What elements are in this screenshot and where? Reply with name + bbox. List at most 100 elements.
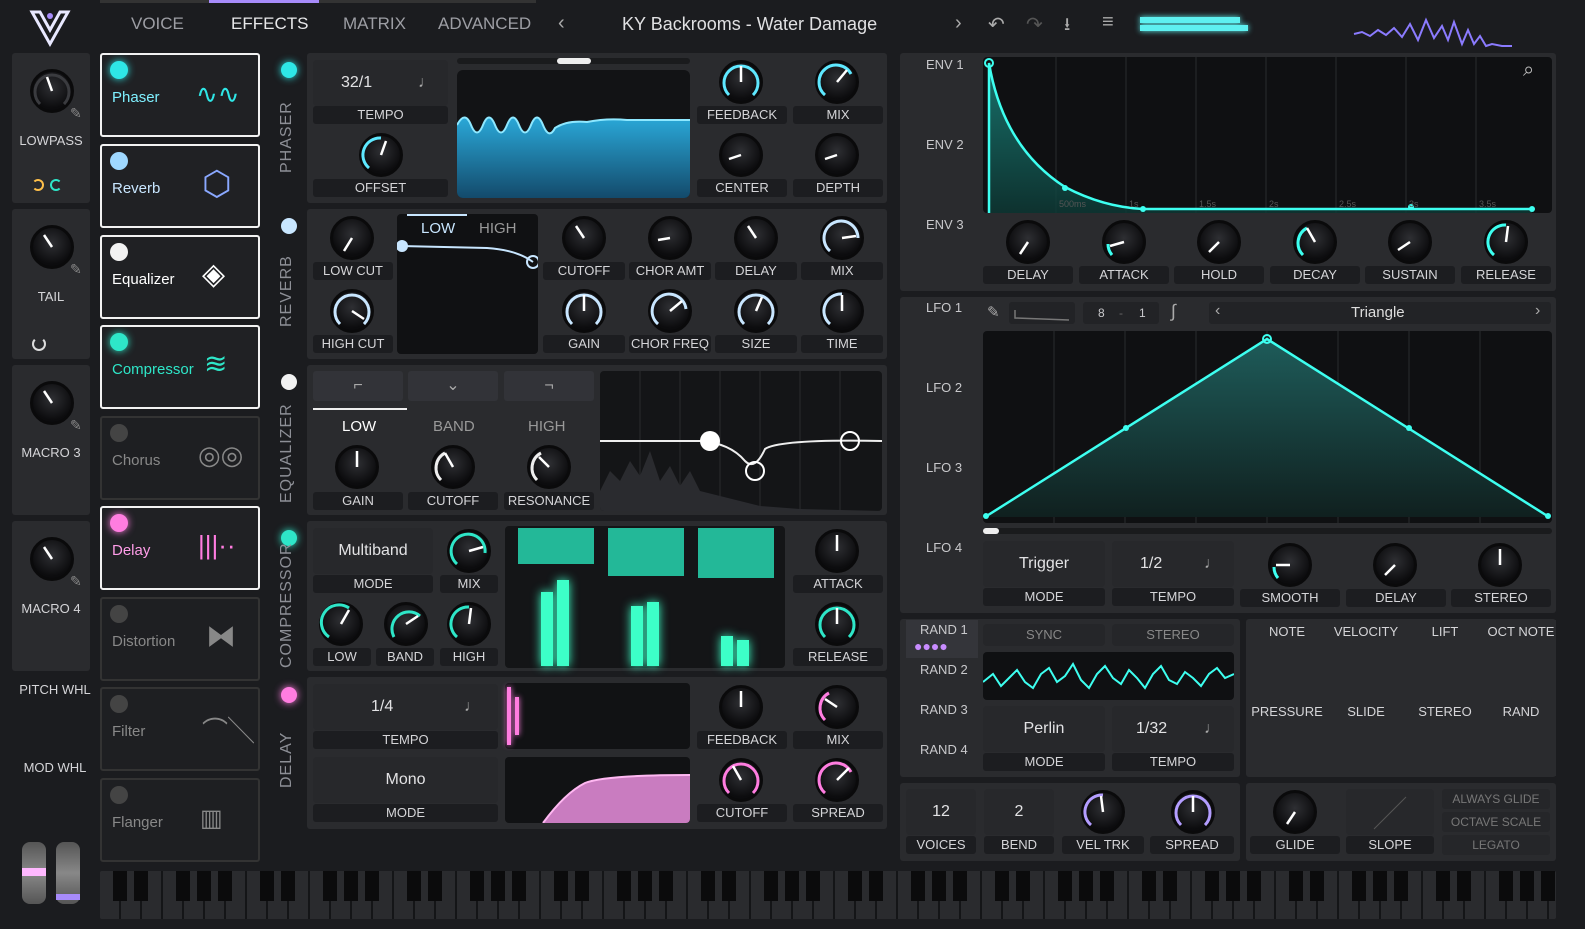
eq-resonance-knob[interactable]: [527, 445, 571, 489]
phaser-depth-knob[interactable]: [815, 133, 859, 177]
mod-source-pressure[interactable]: PRESSURE: [1249, 700, 1325, 776]
effect-card-phaser[interactable]: Phaser ∿∿: [100, 53, 260, 137]
phaser-tempo-value[interactable]: 32/1 ♩: [313, 60, 448, 106]
reverb-high-cut-knob[interactable]: [330, 289, 374, 333]
lfo-tempo-value[interactable]: 1/2 ♩: [1112, 541, 1234, 587]
volume-meter[interactable]: [1140, 15, 1255, 35]
compressor-attack-knob[interactable]: [815, 529, 859, 573]
edit-icon[interactable]: ✎: [70, 573, 82, 590]
effect-card-distortion[interactable]: Distortion ⧓: [100, 597, 260, 681]
macro-knob[interactable]: [30, 225, 74, 269]
lfo-smooth-knob[interactable]: [1268, 543, 1312, 587]
mod-source-stereo[interactable]: STEREO: [1407, 700, 1483, 776]
reverb-mix-knob[interactable]: [820, 216, 864, 260]
edit-icon[interactable]: ✎: [70, 105, 82, 122]
vel-trk-knob[interactable]: [1081, 790, 1125, 834]
lfo-shape-selector[interactable]: ‹ Triangle ›: [1209, 302, 1551, 324]
delay-mix-knob[interactable]: [815, 685, 859, 729]
macro-knob[interactable]: [30, 537, 74, 581]
env-sustain-knob[interactable]: [1388, 220, 1432, 264]
effect-enable-toggle[interactable]: [110, 786, 128, 804]
lfo-grid-size[interactable]: 8- 1: [1083, 302, 1159, 324]
rand-sync-toggle[interactable]: SYNC: [983, 624, 1105, 646]
tab-voice[interactable]: VOICE: [131, 14, 184, 34]
tab-effects[interactable]: EFFECTS: [231, 14, 308, 34]
mod-source-lift[interactable]: LIFT: [1407, 620, 1483, 696]
rand-tab-3[interactable]: RAND 3: [906, 700, 978, 738]
compressor-mix-knob[interactable]: [447, 529, 491, 573]
zoom-search-icon[interactable]: ⌕: [1523, 59, 1534, 82]
delay-cutoff-knob[interactable]: [719, 758, 763, 802]
slope-display[interactable]: [1346, 789, 1434, 835]
curve-icon[interactable]: ∫: [1171, 301, 1176, 322]
env-tab-2[interactable]: ENV 2: [906, 135, 976, 211]
legato-toggle[interactable]: LEGATO: [1442, 835, 1550, 855]
preset-prev-icon[interactable]: ‹: [558, 12, 565, 35]
eq-tab-band[interactable]: BAND: [433, 418, 475, 435]
reverb-enable-toggle[interactable]: [281, 218, 297, 234]
note-icon[interactable]: ♩: [464, 684, 480, 730]
rand-tab-1[interactable]: RAND 1 ●●●●: [906, 620, 978, 658]
shape-prev-icon[interactable]: ‹: [1215, 302, 1220, 320]
env-tab-3[interactable]: ENV 3: [906, 215, 976, 291]
lfo-tab-1[interactable]: LFO 1: [906, 298, 976, 374]
glide-knob[interactable]: [1273, 790, 1317, 834]
effect-enable-toggle[interactable]: [110, 152, 128, 170]
lfo-phase-scroll[interactable]: [983, 528, 1552, 534]
phaser-offset-knob[interactable]: [359, 133, 403, 177]
note-icon[interactable]: ♩: [418, 60, 434, 106]
lfo-tab-3[interactable]: LFO 3: [906, 458, 976, 534]
macro-4[interactable]: ✎ MACRO 4: [12, 521, 90, 671]
reverb-size-knob[interactable]: [734, 289, 778, 333]
reverb-gain-knob[interactable]: [562, 289, 606, 333]
effect-card-compressor[interactable]: Compressor ≋: [100, 325, 260, 409]
tab-matrix[interactable]: MATRIX: [343, 14, 406, 34]
effect-enable-toggle[interactable]: [110, 605, 128, 623]
eq-band-shape-button[interactable]: ⌄: [408, 371, 498, 401]
delay-enable-toggle[interactable]: [281, 687, 297, 703]
menu-icon[interactable]: ≡: [1102, 11, 1114, 34]
macro-knob[interactable]: [30, 69, 74, 113]
rand-tempo-value[interactable]: 1/32 ♩: [1112, 706, 1234, 752]
effect-card-filter[interactable]: Filter ⌒╲: [100, 687, 260, 771]
lfo-tab-2[interactable]: LFO 2: [906, 378, 976, 454]
env-tab-1[interactable]: ENV 1: [906, 55, 976, 131]
mod-source-oct-note[interactable]: OCT NOTE: [1486, 620, 1556, 696]
pitch-wheel[interactable]: [22, 842, 46, 904]
rand-mode-value[interactable]: Perlin: [983, 706, 1105, 752]
mod-wheel[interactable]: [56, 842, 80, 904]
mod-source-rand[interactable]: RAND: [1486, 700, 1556, 776]
equalizer-enable-toggle[interactable]: [281, 374, 297, 390]
reverb-cutoff-knob[interactable]: [562, 216, 606, 260]
lfo-grid-y[interactable]: 1: [1139, 302, 1146, 324]
delay-mode-value[interactable]: Mono: [313, 757, 498, 803]
effect-enable-toggle[interactable]: [110, 333, 128, 351]
effect-card-chorus[interactable]: Chorus ◎◎: [100, 416, 260, 500]
always-glide-toggle[interactable]: ALWAYS GLIDE: [1442, 789, 1550, 809]
lfo-mode-value[interactable]: Trigger: [983, 541, 1105, 587]
edit-icon[interactable]: ✎: [70, 261, 82, 278]
lfo-grid-x[interactable]: 8: [1098, 302, 1105, 324]
mod-source-velocity[interactable]: VELOCITY: [1328, 620, 1404, 696]
delay-feedback-knob[interactable]: [719, 685, 763, 729]
compressor-mode-value[interactable]: Multiband: [313, 528, 433, 574]
reverb-time-knob[interactable]: [820, 289, 864, 333]
preset-next-icon[interactable]: ›: [955, 12, 962, 35]
env-decay-knob[interactable]: [1293, 220, 1337, 264]
undo-icon[interactable]: ↶: [988, 12, 1005, 37]
mod-source-slide[interactable]: SLIDE: [1328, 700, 1404, 776]
phaser-feedback-knob[interactable]: [719, 60, 763, 104]
delay-tempo-value[interactable]: 1/4 ♩: [313, 684, 498, 730]
preset-name[interactable]: KY Backrooms - Water Damage: [622, 14, 877, 35]
mod-source-note[interactable]: NOTE: [1249, 620, 1325, 696]
lfo-stereo-knob[interactable]: [1478, 543, 1522, 587]
eq-tab-low[interactable]: LOW: [342, 418, 376, 435]
compressor-release-knob[interactable]: [815, 602, 859, 646]
lfo-delay-knob[interactable]: [1373, 543, 1417, 587]
effect-card-equalizer[interactable]: Equalizer ◈: [100, 235, 260, 319]
save-icon[interactable]: ⭳: [1064, 12, 1070, 42]
phaser-enable-toggle[interactable]: [281, 62, 297, 78]
voices-value[interactable]: 12: [906, 789, 976, 835]
effect-enable-toggle[interactable]: [110, 514, 128, 532]
note-icon[interactable]: ♩: [1204, 541, 1220, 587]
